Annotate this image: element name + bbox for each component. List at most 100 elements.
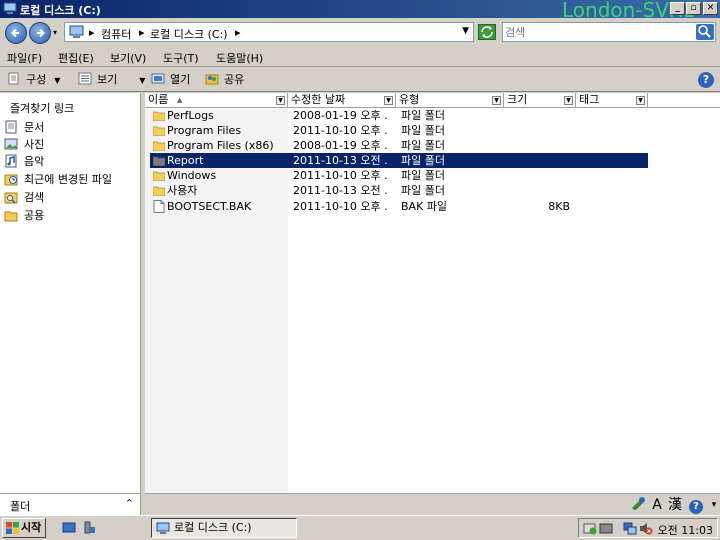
folder-icon	[153, 141, 165, 151]
search-box[interactable]	[502, 22, 716, 42]
recent-pages-chevron-icon[interactable]: ▾	[53, 28, 57, 37]
ime-toolbar: A 漢? ▾	[628, 496, 720, 514]
file-name: 사용자	[167, 184, 198, 197]
back-button[interactable]	[5, 22, 27, 44]
file-row-perflogs[interactable]: PerfLogs 2008-01-19 오후 ... 파일 폴더	[150, 108, 648, 123]
nav-link-label: 문서	[24, 121, 45, 134]
nav-link-documents[interactable]: 문서	[4, 120, 140, 136]
column-header-type[interactable]: 유형 ▼	[396, 93, 504, 108]
column-filter-dropdown-icon[interactable]: ▼	[276, 96, 285, 105]
window-title: 로컬 디스크 (C:)	[20, 4, 101, 17]
menu-view[interactable]: 보기(V)	[110, 50, 146, 66]
file-row-program-files[interactable]: Program Files 2011-10-10 오후 ... 파일 폴더	[150, 123, 648, 138]
server-status-icon[interactable]	[599, 522, 613, 535]
file-name: Windows	[167, 169, 217, 182]
breadcrumb-separator[interactable]: ▸	[139, 26, 145, 39]
breadcrumb-local-disk[interactable]: 로컬 디스크 (C:)	[150, 26, 228, 42]
computer-icon	[3, 2, 17, 14]
breadcrumb-computer[interactable]: 컴퓨터	[101, 26, 131, 42]
share-icon	[205, 74, 219, 85]
server-manager-icon[interactable]	[82, 521, 96, 534]
file-row-windows[interactable]: Windows 2011-10-10 오후 ... 파일 폴더	[150, 168, 648, 183]
menu-tools[interactable]: 도구(T)	[163, 50, 199, 66]
search-input[interactable]	[505, 25, 691, 39]
views-icon	[78, 72, 92, 85]
recent-icon	[4, 174, 18, 186]
search-icon	[4, 192, 18, 204]
nav-link-search[interactable]: 검색	[4, 190, 140, 206]
file-date: 2011-10-13 오전 ...	[293, 154, 388, 167]
forward-button[interactable]	[29, 22, 51, 44]
file-date: 2008-01-19 오후 ...	[293, 109, 388, 122]
menu-edit[interactable]: 편집(E)	[58, 50, 94, 66]
file-row-report[interactable]: Report 2011-10-13 오전 ... 파일 폴더	[150, 153, 648, 168]
nav-link-recent[interactable]: 최근에 변경된 파일	[4, 172, 140, 188]
folders-label: 폴더	[10, 500, 31, 513]
menu-file[interactable]: 파일(F)	[7, 50, 42, 66]
close-button[interactable]: ✕	[703, 2, 718, 15]
minimize-button[interactable]: _	[670, 2, 685, 15]
taskbar-window-button[interactable]: 로컬 디스크 (C:)	[151, 518, 297, 538]
taskbar: 시작 로컬 디스크 (C:) 오전 11:03	[0, 515, 720, 540]
ime-mode-toggle[interactable]: A	[648, 496, 666, 514]
column-header-date[interactable]: 수정한 날짜 ▼	[288, 93, 396, 108]
refresh-icon	[481, 26, 493, 38]
status-bar: A 漢? ▾	[145, 493, 720, 515]
open-button[interactable]: 열기	[151, 71, 190, 89]
magnifier-icon	[698, 25, 711, 38]
folders-toggle[interactable]: 폴더 ⌃	[0, 493, 141, 515]
file-type: 파일 폴더	[401, 139, 445, 152]
open-label: 열기	[170, 73, 191, 86]
breadcrumb-separator[interactable]: ▸	[235, 26, 241, 39]
address-dropdown-icon[interactable]: ▼	[462, 26, 469, 36]
file-name: PerfLogs	[167, 109, 214, 122]
column-filter-dropdown-icon[interactable]: ▼	[384, 96, 393, 105]
public-icon	[4, 211, 18, 222]
forward-arrow-icon	[37, 28, 45, 38]
music-icon	[5, 154, 17, 168]
column-header-tags[interactable]: 태그 ▼	[576, 93, 648, 108]
organize-icon	[8, 72, 19, 85]
ime-help-button[interactable]: ?	[684, 496, 708, 514]
refresh-button[interactable]	[478, 24, 496, 40]
share-button[interactable]: 공유	[205, 71, 244, 89]
security-center-icon[interactable]	[583, 522, 597, 535]
start-button[interactable]: 시작	[2, 518, 46, 538]
column-filter-dropdown-icon[interactable]: ▼	[492, 96, 501, 105]
menu-bar: 파일(F) 편집(E) 보기(V) 도구(T) 도움말(H)	[0, 47, 720, 67]
nav-link-public[interactable]: 공용	[4, 208, 140, 224]
navigation-pane: 즐겨찾기 링크 문서 사진 음악 최근에 변경된 파일 검색 공용	[0, 93, 141, 493]
file-type: 파일 폴더	[401, 109, 445, 122]
file-type: BAK 파일	[401, 200, 448, 213]
organize-button[interactable]: 구성 ▼	[7, 71, 60, 89]
nav-link-music[interactable]: 음악	[4, 154, 140, 170]
file-type: 파일 폴더	[401, 124, 445, 137]
address-box[interactable]: ▸ 컴퓨터 ▸ 로컬 디스크 (C:) ▸ ▼	[64, 22, 474, 42]
file-row-bootsect[interactable]: BOOTSECT.BAK 2011-10-10 오후 ... BAK 파일 8K…	[150, 199, 648, 214]
network-icon[interactable]	[623, 522, 637, 535]
column-header-name[interactable]: 이름 ▲ ▼	[145, 93, 288, 108]
breadcrumb-separator[interactable]: ▸	[89, 26, 95, 39]
ime-settings-icon[interactable]	[628, 496, 648, 514]
ime-options-chevron-icon[interactable]: ▾	[708, 496, 720, 514]
nav-link-pictures[interactable]: 사진	[4, 137, 140, 153]
clock[interactable]: 오전 11:03	[658, 522, 713, 538]
ime-hanja-button[interactable]: 漢	[666, 496, 684, 514]
file-row-program-files-x86[interactable]: Program Files (x86) 2008-01-19 오후 ... 파일…	[150, 138, 648, 153]
show-desktop-icon[interactable]	[62, 521, 76, 534]
search-button[interactable]	[696, 24, 714, 40]
file-type: 파일 폴더	[401, 184, 445, 197]
title-bar[interactable]: 로컬 디스크 (C:) London-SVR1 _ ▫ ✕	[0, 0, 720, 22]
chevron-down-icon: ▼	[139, 76, 146, 85]
volume-muted-icon[interactable]	[639, 522, 653, 535]
views-button[interactable]: 보기 ▼	[78, 71, 145, 89]
restore-button[interactable]: ▫	[686, 2, 701, 15]
file-row-users[interactable]: 사용자 2011-10-13 오전 ... 파일 폴더	[150, 183, 648, 198]
help-icon[interactable]: ?	[698, 72, 714, 88]
menu-help[interactable]: 도움말(H)	[216, 50, 263, 66]
column-header-label: 유형	[399, 93, 420, 106]
column-header-size[interactable]: 크기 ▼	[504, 93, 576, 108]
computer-icon	[156, 522, 170, 534]
column-filter-dropdown-icon[interactable]: ▼	[564, 96, 573, 105]
column-filter-dropdown-icon[interactable]: ▼	[636, 96, 645, 105]
